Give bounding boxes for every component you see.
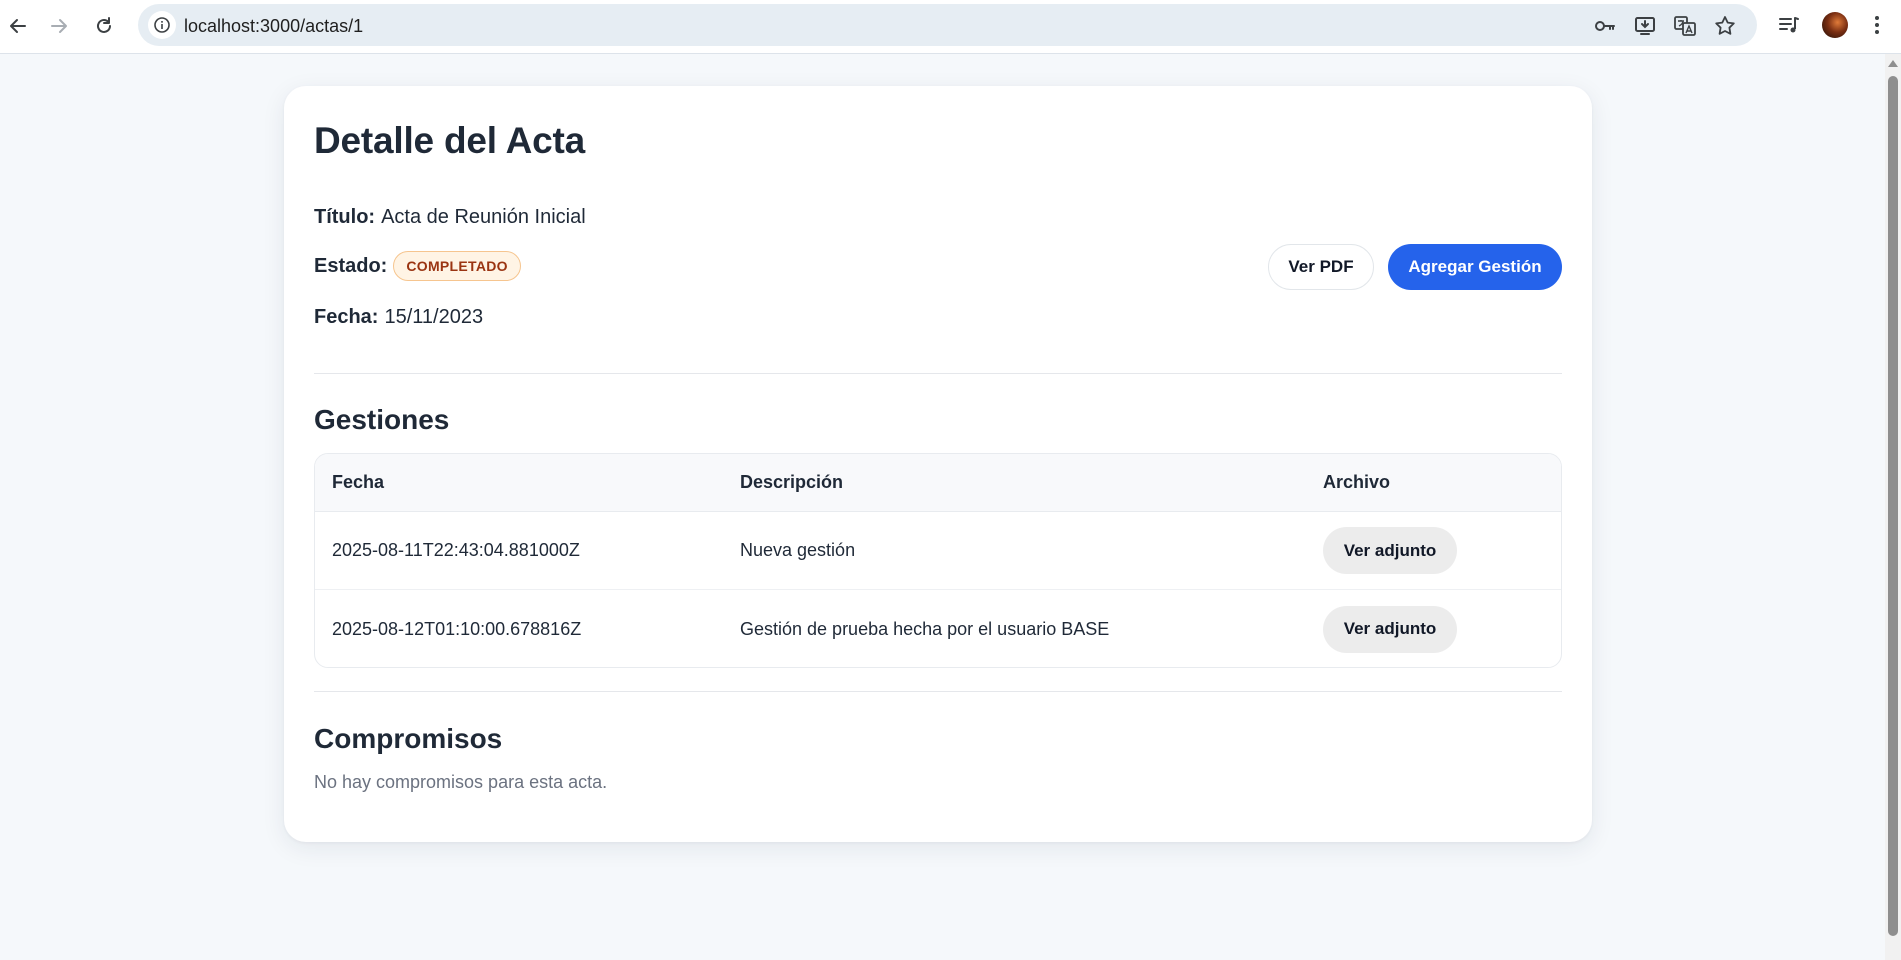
- table-header: Fecha Descripción Archivo: [315, 454, 1561, 512]
- acta-detail-card: Detalle del Acta Título: Acta de Reunión…: [284, 86, 1592, 842]
- table-row: 2025-08-12T01:10:00.678816Z Gestión de p…: [315, 590, 1561, 667]
- back-arrow-icon[interactable]: [0, 8, 36, 44]
- translate-icon[interactable]: [1673, 14, 1697, 38]
- row-descripcion: Nueva gestión: [740, 540, 856, 560]
- status-badge: COMPLETADO: [393, 251, 521, 281]
- column-header-archivo: Archivo: [1323, 472, 1391, 492]
- table-row: 2025-08-11T22:43:04.881000Z Nueva gestió…: [315, 512, 1561, 590]
- ver-adjunto-button[interactable]: Ver adjunto: [1323, 527, 1457, 574]
- titulo-label: Título:: [314, 206, 376, 228]
- column-header-descripcion: Descripción: [740, 472, 844, 492]
- bookmark-star-icon[interactable]: [1713, 14, 1737, 38]
- fecha-value: 15/11/2023: [384, 306, 484, 328]
- fecha-field: Fecha: 15/11/2023: [314, 306, 483, 329]
- gestiones-title: Gestiones: [314, 404, 450, 435]
- password-key-icon[interactable]: [1593, 14, 1617, 38]
- estado-field: Estado: COMPLETADO: [314, 251, 521, 281]
- estado-label: Estado:: [314, 254, 388, 277]
- forward-arrow-icon[interactable]: [41, 8, 77, 44]
- browser-toolbar: localhost:3000/actas/1: [0, 0, 1901, 54]
- ver-pdf-button[interactable]: Ver PDF: [1268, 244, 1374, 290]
- address-bar[interactable]: localhost:3000/actas/1: [138, 4, 1757, 46]
- row-fecha: 2025-08-11T22:43:04.881000Z: [332, 540, 580, 560]
- section-divider: [314, 373, 1562, 374]
- fecha-label: Fecha:: [314, 306, 379, 328]
- row-descripcion: Gestión de prueba hecha por el usuario B…: [740, 618, 1110, 639]
- address-url[interactable]: localhost:3000/actas/1: [184, 16, 363, 37]
- row-fecha: 2025-08-12T01:10:00.678816Z: [332, 618, 582, 639]
- compromisos-title: Compromisos: [314, 723, 503, 754]
- media-control-icon[interactable]: [1774, 10, 1804, 40]
- site-info-icon[interactable]: [148, 11, 176, 39]
- reload-icon[interactable]: [86, 8, 122, 44]
- row-archivo: Ver adjunto: [1323, 590, 1457, 667]
- scroll-up-arrow-icon[interactable]: [1888, 60, 1898, 67]
- section-divider: [314, 691, 1562, 692]
- compromisos-empty-text: No hay compromisos para esta acta.: [314, 772, 608, 792]
- row-archivo: Ver adjunto: [1323, 512, 1457, 589]
- install-app-icon[interactable]: [1633, 14, 1657, 38]
- page-scrollbar[interactable]: [1885, 54, 1901, 960]
- ver-adjunto-button[interactable]: Ver adjunto: [1323, 605, 1457, 653]
- titulo-value: Acta de Reunión Inicial: [381, 206, 586, 228]
- page-title: Detalle del Acta: [314, 120, 585, 161]
- agregar-gestion-button[interactable]: Agregar Gestión: [1388, 244, 1562, 290]
- scrollbar-thumb[interactable]: [1888, 76, 1898, 936]
- kebab-menu-icon[interactable]: [1862, 10, 1892, 40]
- column-header-fecha: Fecha: [332, 472, 385, 492]
- titulo-field: Título: Acta de Reunión Inicial: [314, 206, 586, 229]
- profile-avatar[interactable]: [1820, 10, 1850, 40]
- avatar: [1822, 12, 1848, 38]
- gestiones-table: Fecha Descripción Archivo 2025-08-11T22:…: [314, 453, 1562, 668]
